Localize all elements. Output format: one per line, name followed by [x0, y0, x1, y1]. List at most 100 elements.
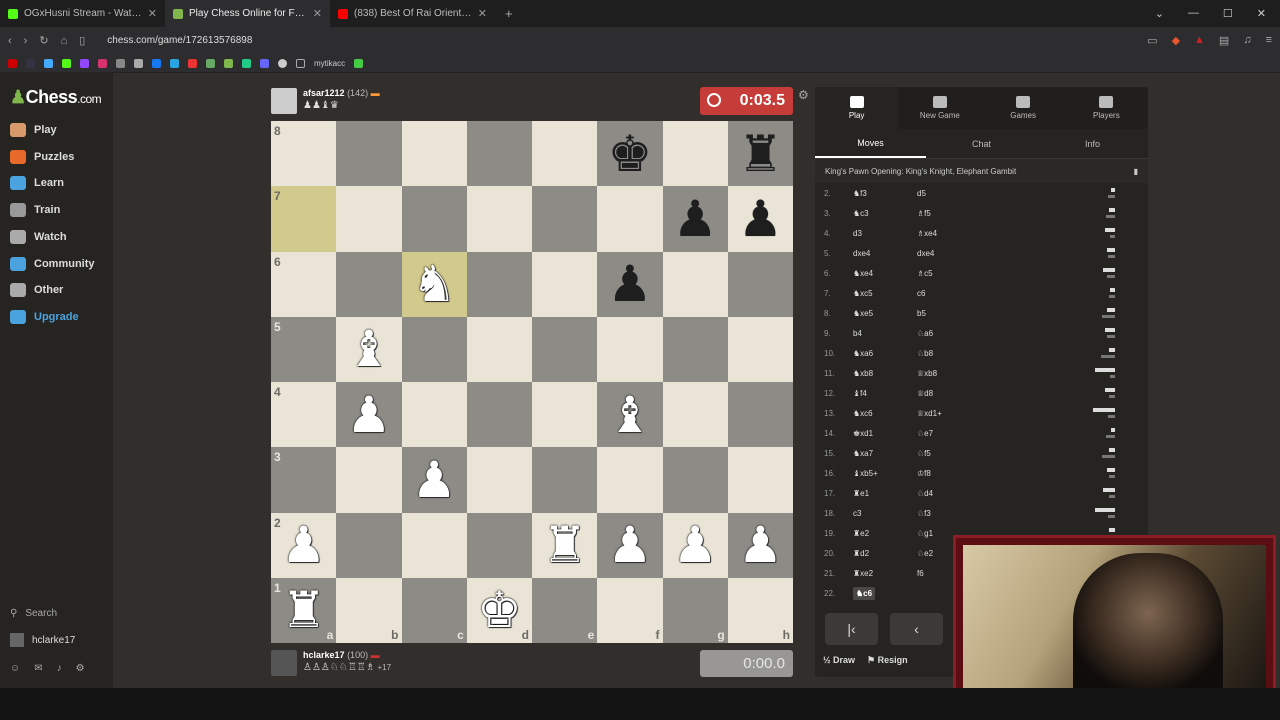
black-move[interactable]: ♕xd1+	[917, 409, 981, 418]
sidebar-item-other[interactable]: Other	[10, 283, 63, 298]
square-f7[interactable]	[597, 186, 663, 252]
square-f6[interactable]: ♟	[597, 251, 663, 317]
white-move[interactable]: d3	[853, 229, 917, 238]
square-c1[interactable]: c	[401, 577, 467, 643]
browser-tab[interactable]: (838) Best Of Rai Oriental Compil ✕	[330, 0, 495, 27]
instagram-icon[interactable]	[98, 58, 107, 68]
square-a8[interactable]: 8	[271, 121, 337, 187]
black-move[interactable]: ♘b8	[917, 349, 981, 358]
square-a2[interactable]: 2 ♟	[271, 512, 337, 578]
telegram-icon[interactable]	[170, 58, 179, 68]
square-h5[interactable]	[727, 316, 793, 382]
square-a6[interactable]: 6	[271, 251, 337, 317]
white-move[interactable]: ♜d2	[853, 549, 917, 558]
white-move[interactable]: ♞xe5	[853, 309, 917, 318]
sidebar-search[interactable]: ⚲ Search	[10, 608, 57, 619]
tab-players[interactable]: Players	[1065, 87, 1148, 129]
piece-f6[interactable]: ♟	[607, 259, 652, 309]
white-move[interactable]: ♞xa6	[853, 349, 917, 358]
white-move[interactable]: ♞xb8	[853, 369, 917, 378]
avatar[interactable]	[271, 88, 297, 114]
piece-b4[interactable]: ♟	[346, 390, 391, 440]
square-d3[interactable]	[466, 447, 532, 513]
white-move[interactable]: ♝f4	[853, 389, 917, 398]
sidebar-item-train[interactable]: Train	[10, 203, 60, 218]
piece-g7[interactable]: ♟	[673, 194, 718, 244]
sidebar-item-learn[interactable]: Learn	[10, 176, 64, 191]
square-d7[interactable]	[466, 186, 532, 252]
square-g7[interactable]: ♟	[662, 186, 728, 252]
white-move[interactable]: ♜xe2	[853, 569, 917, 578]
square-d8[interactable]	[466, 121, 532, 187]
piece-c3[interactable]: ♟	[412, 455, 457, 505]
black-move[interactable]: ♘f5	[917, 449, 981, 458]
url-field[interactable]: chess.com/game/172613576898	[107, 35, 252, 46]
square-c6[interactable]: ♞	[401, 251, 467, 317]
square-b6[interactable]	[336, 251, 402, 317]
bookmark-icon[interactable]	[242, 58, 251, 68]
close-tab-icon[interactable]: ✕	[148, 7, 157, 20]
square-h7[interactable]: ♟	[727, 186, 793, 252]
square-c3[interactable]: ♟	[401, 447, 467, 513]
square-b5[interactable]: ♝	[336, 316, 402, 382]
square-g6[interactable]	[662, 251, 728, 317]
white-move[interactable]: ♞xc5	[853, 289, 917, 298]
browser-tab[interactable]: OGxHusni Stream - Watch Live on Ki ✕	[0, 0, 165, 27]
square-e2[interactable]: ♜	[532, 512, 598, 578]
menu-icon[interactable]: ≡	[1266, 34, 1272, 47]
square-e4[interactable]	[532, 382, 598, 448]
home-icon[interactable]: ⌂	[61, 35, 68, 47]
new-tab-button[interactable]: +	[495, 6, 523, 21]
bookmark-icon[interactable]	[206, 58, 215, 68]
bookmark-icon[interactable]	[26, 58, 35, 68]
player-name[interactable]: hclarke17	[303, 650, 345, 660]
close-icon[interactable]: ✕	[1257, 7, 1266, 20]
square-c8[interactable]	[401, 121, 467, 187]
square-a3[interactable]: 3	[271, 447, 337, 513]
rewards-icon[interactable]: ▲	[1194, 34, 1205, 47]
media-icon[interactable]: ♫	[1243, 34, 1251, 47]
piece-h2[interactable]: ♟	[738, 520, 783, 570]
square-c7[interactable]	[401, 186, 467, 252]
white-move[interactable]: c3	[853, 509, 917, 518]
piece-c6[interactable]: ♞	[412, 259, 457, 309]
square-a7[interactable]: 7	[271, 186, 337, 252]
square-e1[interactable]: e	[532, 577, 598, 643]
sidebar-item-puzzles[interactable]: Puzzles	[10, 149, 74, 164]
black-move[interactable]: d5	[917, 189, 981, 198]
white-move[interactable]: ♞xc6	[853, 409, 917, 418]
bookmark-icon[interactable]: ▯	[79, 34, 85, 47]
white-move[interactable]: ♚xd1	[853, 429, 917, 438]
black-move[interactable]: ♗c5	[917, 269, 981, 278]
close-tab-icon[interactable]: ✕	[478, 7, 487, 20]
resign-button[interactable]: ⚑ Resign	[867, 655, 908, 666]
square-e7[interactable]	[532, 186, 598, 252]
square-d1[interactable]: d ♚	[466, 577, 532, 643]
maximize-icon[interactable]: ☐	[1223, 7, 1233, 20]
square-b4[interactable]: ♟	[336, 382, 402, 448]
friends-icon[interactable]: ☺	[10, 663, 20, 674]
black-move[interactable]: b5	[917, 309, 981, 318]
piece-g2[interactable]: ♟	[673, 520, 718, 570]
square-h8[interactable]: ♜	[727, 121, 793, 187]
subtab-moves[interactable]: Moves	[815, 129, 926, 158]
board-settings-icon[interactable]: ⚙	[798, 88, 809, 102]
tiktok-icon[interactable]	[116, 58, 125, 68]
black-move[interactable]: ♘a6	[917, 329, 981, 338]
white-move[interactable]: ♜e2	[853, 529, 917, 538]
chess-icon[interactable]	[224, 58, 233, 68]
square-a1[interactable]: 1 a ♜	[271, 577, 337, 643]
tab-games[interactable]: Games	[982, 87, 1065, 129]
cast-icon[interactable]: ▭	[1147, 34, 1157, 47]
black-move[interactable]: ♘e7	[917, 429, 981, 438]
previous-move-button[interactable]: ‹	[890, 613, 943, 645]
bookmark-icon[interactable]	[260, 58, 269, 68]
bookmark-folder-label[interactable]: mytikacc	[314, 59, 345, 68]
black-move[interactable]: ♕xb8	[917, 369, 981, 378]
tab-search-icon[interactable]: ⌄	[1155, 7, 1164, 20]
tab-new-game[interactable]: New Game	[898, 87, 981, 129]
piece-a1[interactable]: ♜	[281, 585, 326, 635]
reload-icon[interactable]: ↻	[39, 34, 48, 47]
sidebar-toggle-icon[interactable]: ▤	[1219, 34, 1229, 47]
signal-icon[interactable]	[354, 58, 364, 68]
